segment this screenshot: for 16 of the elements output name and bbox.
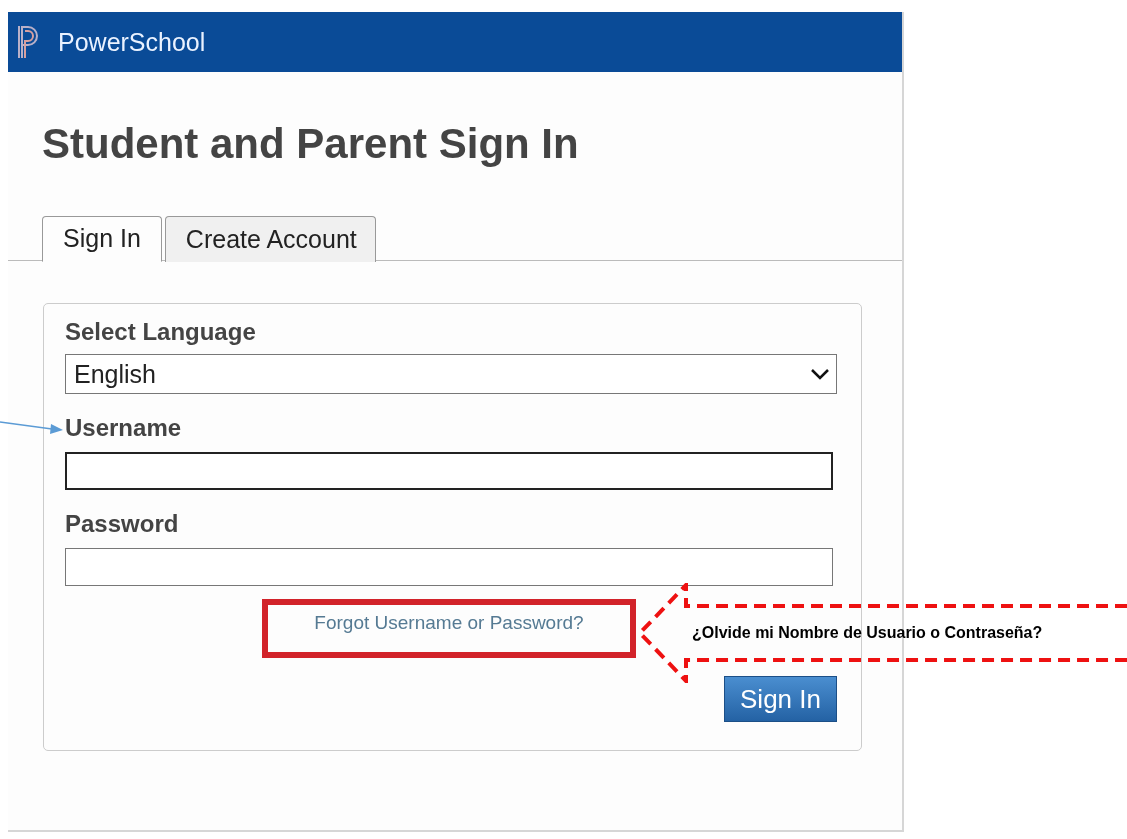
brand-name: PowerSchool (58, 27, 206, 57)
username-field[interactable] (65, 452, 833, 490)
logo-icon (16, 24, 40, 60)
chevron-down-icon (810, 368, 830, 380)
language-dropdown[interactable]: English (65, 354, 837, 394)
field-label: Password (65, 509, 180, 539)
field-label: Select Language (65, 317, 257, 347)
field-label: Username (65, 413, 183, 443)
forgot-link[interactable]: Forgot Username or Password? (314, 612, 584, 633)
tab[interactable]: Create Account (164, 215, 376, 262)
sign-in-button[interactable]: Sign In (724, 676, 837, 722)
password-field[interactable] (65, 548, 833, 586)
tab[interactable]: Sign In (42, 215, 162, 262)
pointer-arrow (0, 420, 64, 436)
callout-text: ¿Olvide mi Nombre de Usuario o Contraseña? (692, 624, 1043, 642)
page-title: Student and Parent Sign In (42, 120, 580, 168)
